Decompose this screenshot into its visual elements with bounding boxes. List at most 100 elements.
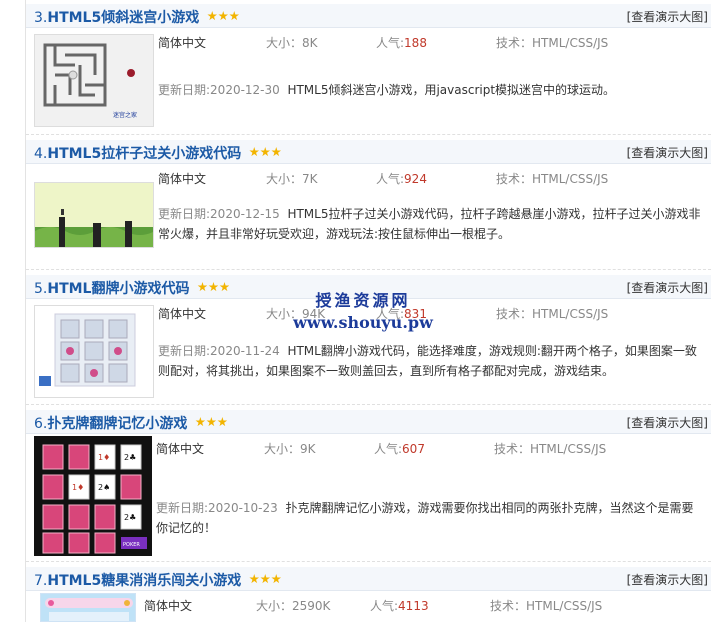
card-rank: 2♠ [98, 483, 110, 492]
star-icon [218, 11, 229, 21]
popularity-info: 人气:607 [374, 440, 425, 457]
rating-stars [207, 9, 240, 25]
item-title-link[interactable]: 3.HTML5倾斜迷宫小游戏 [34, 7, 240, 27]
tech-value: HTML/CSS/JS [532, 307, 609, 321]
star-icon [195, 417, 206, 427]
size-info: 大小：7K [266, 170, 318, 187]
language: 简体中文 [158, 172, 207, 186]
item-title: HTML翻牌小游戏代码 [47, 281, 190, 297]
rating-stars [249, 145, 282, 161]
demo-link[interactable]: [查看演示大图] [627, 144, 708, 161]
demo-link[interactable]: [查看演示大图] [627, 414, 708, 431]
size-label: 大小： [266, 172, 303, 186]
star-icon [217, 417, 228, 427]
tech-info: 技术：HTML/CSS/JS [496, 305, 608, 322]
tech-value: HTML/CSS/JS [532, 172, 609, 186]
item-index: 6. [34, 416, 48, 432]
thumb-caption: POKER [123, 542, 140, 548]
rating-stars [195, 415, 228, 431]
tech-info: 技术：HTML/CSS/JS [496, 34, 608, 51]
popularity-value: 188 [404, 36, 427, 50]
item-index: 5. [34, 281, 48, 297]
item-index: 4. [34, 146, 48, 162]
star-icon [271, 574, 282, 584]
popularity-label: 人气: [376, 172, 405, 186]
demo-link[interactable]: [查看演示大图] [627, 571, 708, 588]
star-icon [229, 11, 240, 21]
date-label: 更新日期: [158, 207, 211, 221]
language: 简体中文 [156, 442, 205, 456]
thumbnail-stick-hero[interactable] [34, 182, 154, 248]
thumb-caption: 迷宫之家 [113, 111, 137, 119]
demo-link[interactable]: [查看演示大图] [627, 279, 708, 296]
date-value: 2020-11-24 [210, 344, 280, 358]
tech-label: 技术： [496, 36, 533, 50]
item-index: 3. [34, 10, 48, 26]
date-label: 更新日期: [156, 501, 209, 515]
size-label: 大小： [256, 599, 293, 613]
demo-link[interactable]: [查看演示大图] [627, 8, 708, 25]
card-rank: 1♦ [98, 453, 110, 462]
item-title: 扑克牌翻牌记忆小游戏 [47, 416, 188, 432]
divider [26, 404, 711, 405]
tech-label: 技术： [494, 442, 531, 456]
description-text: HTML5倾斜迷宫小游戏，用javascript模拟迷宫中的球运动。 [287, 83, 616, 97]
watermark-title: 授渔资源网 [315, 291, 411, 310]
tech-value: HTML/CSS/JS [526, 599, 603, 613]
item-title: HTML5倾斜迷宫小游戏 [47, 10, 200, 26]
date-value: 2020-12-30 [210, 83, 280, 97]
star-icon [260, 147, 271, 157]
star-icon [249, 147, 260, 157]
popularity-info: 人气:924 [376, 170, 427, 187]
item-header: 7.HTML5糖果消消乐闯关小游戏 [查看演示大图] [26, 567, 711, 591]
divider [26, 269, 711, 270]
star-icon [206, 417, 217, 427]
thumbnail-candy-crush[interactable] [40, 593, 136, 622]
item-title: HTML5糖果消消乐闯关小游戏 [47, 573, 242, 589]
item-header: 3.HTML5倾斜迷宫小游戏 [查看演示大图] [26, 4, 711, 28]
item-description: 更新日期:2020-11-24 HTML翻牌小游戏代码，能选择难度，游戏规则:翻… [158, 341, 703, 381]
star-icon [207, 11, 218, 21]
card-rank: 1♦ [72, 483, 84, 492]
popularity-label: 人气: [374, 442, 403, 456]
list-item: 7.HTML5糖果消消乐闯关小游戏 [查看演示大图] 简体中文 大小：2590K… [26, 567, 711, 622]
date-value: 2020-10-23 [208, 501, 278, 515]
thumbnail-poker-memory[interactable]: 1♦ 2♣ 1♦ 2♠ 2♣ POKER [34, 436, 152, 556]
size-info: 大小：9K [264, 440, 316, 457]
size-label: 大小： [266, 36, 303, 50]
star-icon [197, 282, 208, 292]
popularity-info: 人气:188 [376, 34, 427, 51]
watermark: 授渔资源网 www.shouyu.pw [288, 287, 438, 332]
item-title-link[interactable]: 4.HTML5拉杆子过关小游戏代码 [34, 143, 282, 163]
tech-info: 技术：HTML/CSS/JS [496, 170, 608, 187]
size-label: 大小： [264, 442, 301, 456]
tech-value: HTML/CSS/JS [530, 442, 607, 456]
popularity-label: 人气: [376, 36, 405, 50]
divider [26, 561, 711, 562]
popularity-value: 607 [402, 442, 425, 456]
thumbnail-maze[interactable]: 迷宫之家 [34, 34, 154, 127]
item-title-link[interactable]: 7.HTML5糖果消消乐闯关小游戏 [34, 570, 282, 590]
star-icon [260, 574, 271, 584]
item-header: 4.HTML5拉杆子过关小游戏代码 [查看演示大图] [26, 140, 711, 164]
tech-label: 技术： [496, 307, 533, 321]
size-value: 9K [300, 442, 316, 456]
star-icon [271, 147, 282, 157]
popularity-label: 人气: [370, 599, 399, 613]
thumbnail-flip-tiles[interactable] [34, 305, 154, 398]
rating-stars [249, 572, 282, 588]
language: 简体中文 [158, 36, 207, 50]
popularity-value: 924 [404, 172, 427, 186]
list-item: 4.HTML5拉杆子过关小游戏代码 [查看演示大图] 简体中文 大小：7K 人气… [26, 140, 711, 268]
tech-label: 技术： [496, 172, 533, 186]
item-description: 更新日期:2020-12-30 HTML5倾斜迷宫小游戏，用javascript… [158, 80, 703, 100]
size-info: 大小：2590K [256, 597, 330, 614]
popularity-value: 4113 [398, 599, 429, 613]
item-title-link[interactable]: 6.扑克牌翻牌记忆小游戏 [34, 413, 228, 433]
tech-info: 技术：HTML/CSS/JS [494, 440, 606, 457]
date-label: 更新日期: [158, 344, 211, 358]
item-title-link[interactable]: 5.HTML翻牌小游戏代码 [34, 278, 230, 298]
card-rank: 2♣ [124, 513, 136, 522]
rating-stars [197, 280, 230, 296]
star-icon [219, 282, 230, 292]
